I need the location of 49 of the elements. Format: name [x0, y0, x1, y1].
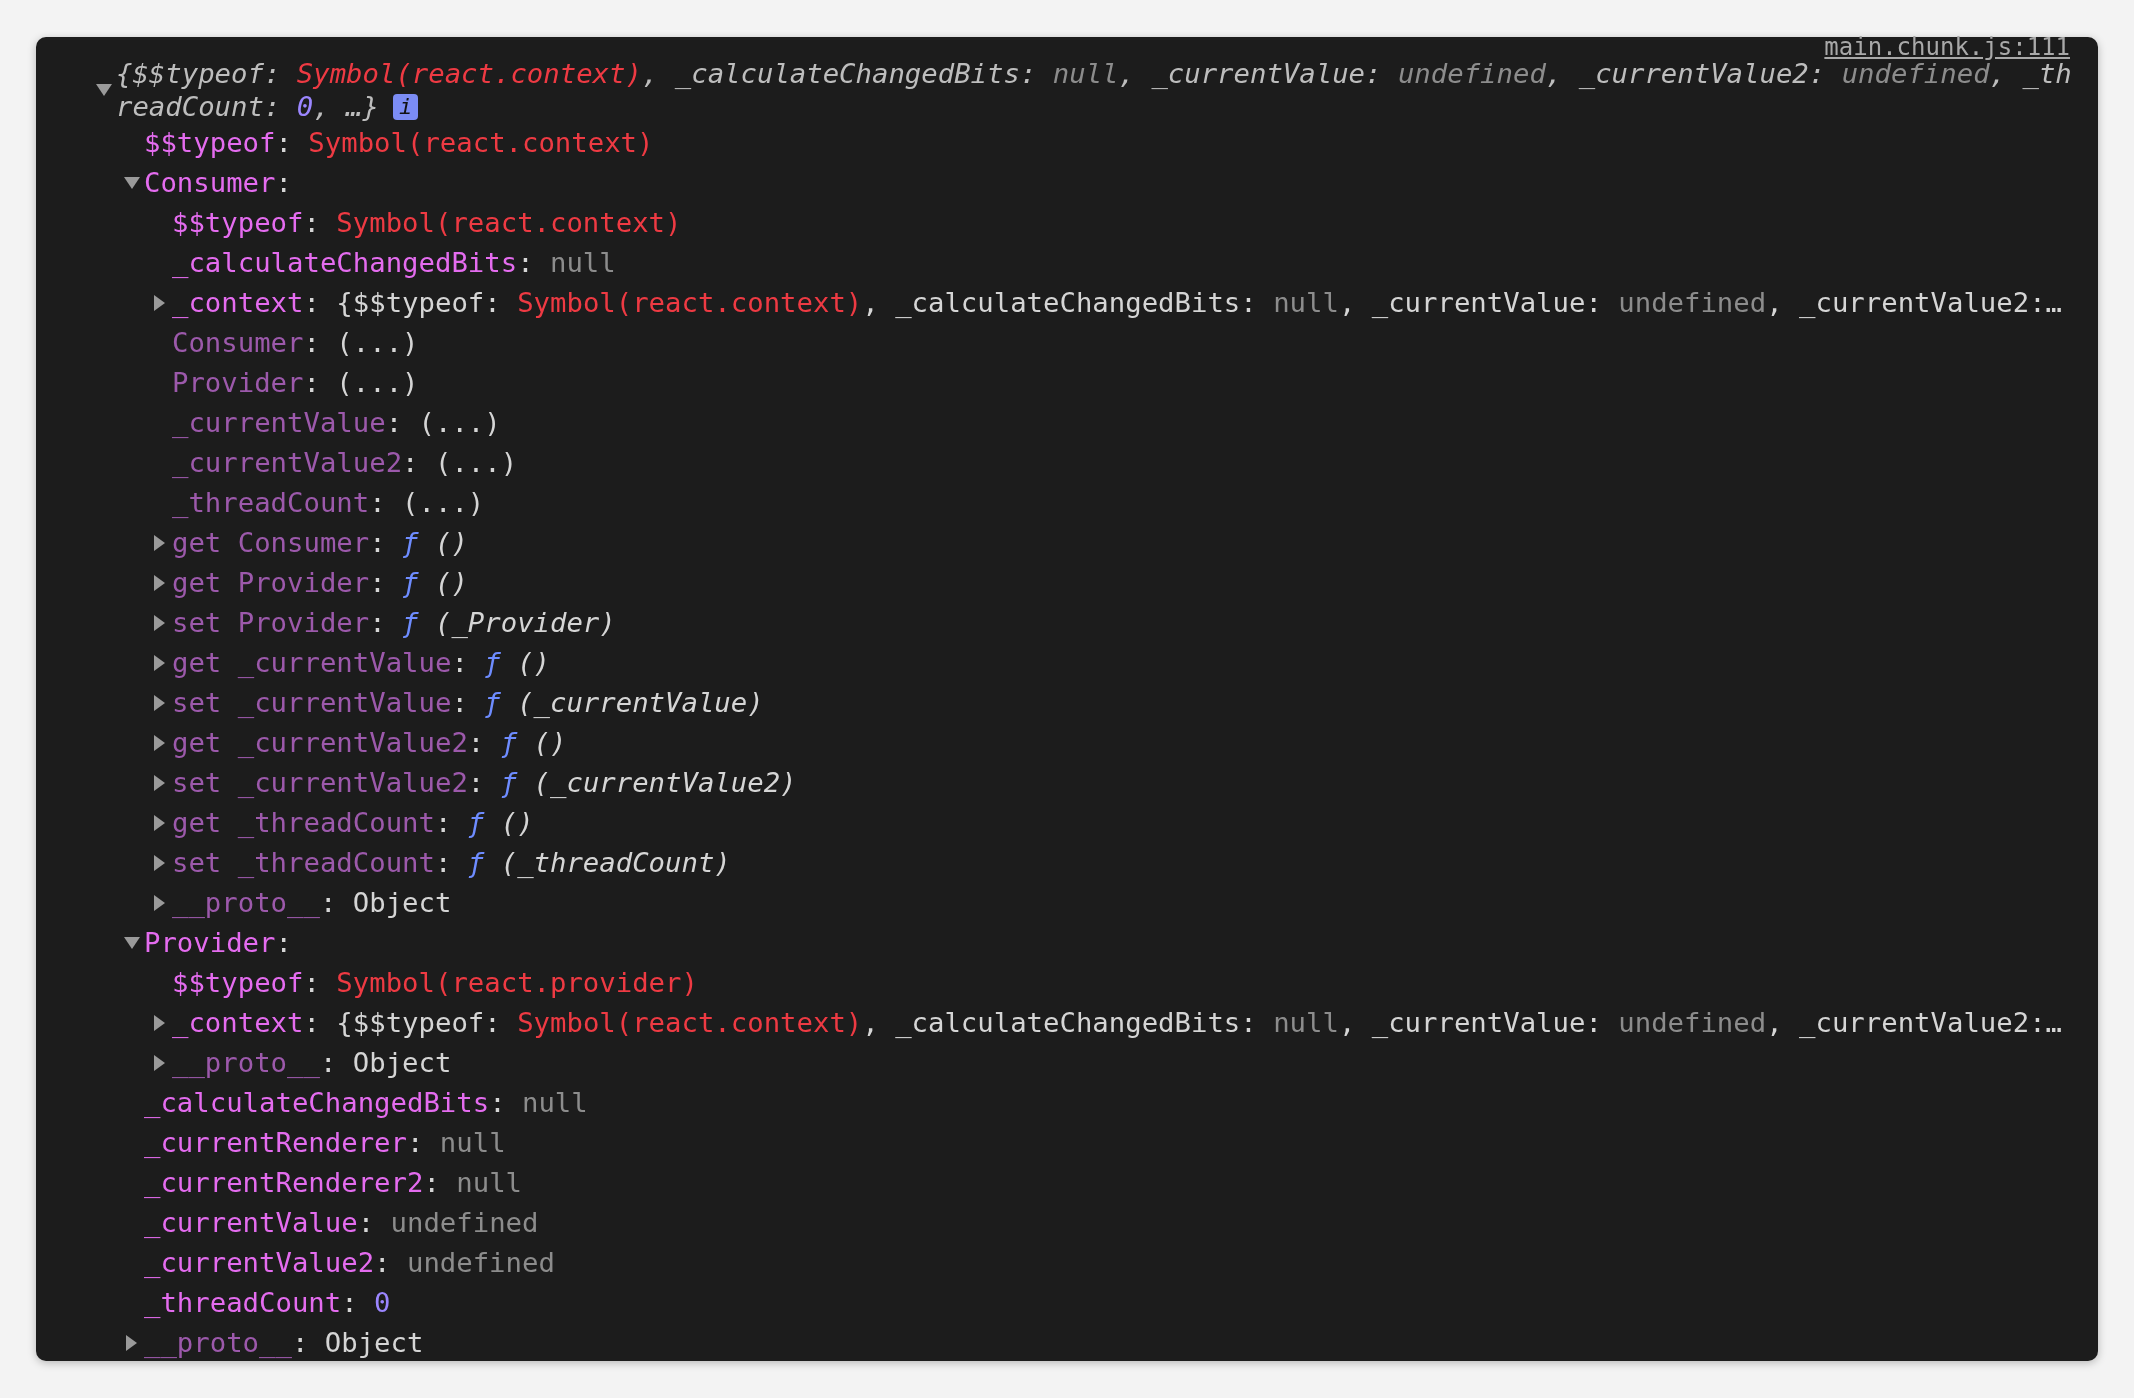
property-entry[interactable]: Consumer:	[144, 163, 292, 203]
disclosure-triangle-icon[interactable]	[154, 815, 165, 831]
property-entry: $$typeof: Symbol(react.context)	[172, 206, 682, 240]
property-entry[interactable]: get _currentValue2: ƒ ()	[172, 723, 567, 763]
property-entry: _currentValue2: undefined	[144, 1246, 555, 1280]
disclosure-triangle-icon[interactable]	[154, 775, 165, 791]
property-entry: _currentValue: (...)	[172, 406, 501, 440]
property-entry[interactable]: __proto__: Object	[144, 1323, 424, 1363]
property-entry[interactable]: get _threadCount: ƒ ()	[172, 803, 534, 843]
property-entry[interactable]: get Provider: ƒ ()	[172, 563, 468, 603]
property-entry[interactable]: get _currentValue: ƒ ()	[172, 643, 550, 683]
property-entry[interactable]: set _currentValue: ƒ (_currentValue)	[172, 683, 764, 723]
disclosure-triangle-icon[interactable]	[154, 575, 165, 591]
disclosure-triangle-icon[interactable]	[154, 855, 165, 871]
disclosure-triangle-icon[interactable]	[154, 1055, 165, 1071]
property-entry: _threadCount: (...)	[172, 486, 485, 520]
property-entry: _threadCount: 0	[144, 1286, 391, 1320]
property-entry[interactable]: _context: {$$typeof: Symbol(react.context), _calculateChangedBits: null, _currentValue: undefined, _currentValue2:…	[172, 1003, 2062, 1043]
property-entry: Consumer: (...)	[172, 326, 419, 360]
property-entry: $$typeof: Symbol(react.provider)	[172, 966, 698, 1000]
property-entry: _currentValue: undefined	[144, 1206, 539, 1240]
disclosure-triangle-icon[interactable]	[154, 695, 165, 711]
disclosure-triangle-icon[interactable]	[154, 895, 165, 911]
property-entry[interactable]: __proto__: Object	[172, 883, 452, 923]
property-entry: _calculateChangedBits: null	[144, 1086, 588, 1120]
property-entry[interactable]: set _threadCount: ƒ (_threadCount)	[172, 843, 731, 883]
property-entry: _currentRenderer2: null	[144, 1166, 522, 1200]
property-entry[interactable]: Provider:	[144, 923, 292, 963]
disclosure-triangle-icon[interactable]	[154, 1015, 165, 1031]
property-entry: _calculateChangedBits: null	[172, 246, 616, 280]
property-entry: Provider: (...)	[172, 366, 419, 400]
property-entry[interactable]: get Consumer: ƒ ()	[172, 523, 468, 563]
property-entry[interactable]: set _currentValue2: ƒ (_currentValue2)	[172, 763, 797, 803]
property-entry[interactable]: set Provider: ƒ (_Provider)	[172, 603, 616, 643]
disclosure-triangle-icon[interactable]	[154, 295, 165, 311]
property-entry: $$typeof: Symbol(react.context)	[144, 126, 654, 160]
disclosure-triangle-icon[interactable]	[154, 655, 165, 671]
disclosure-triangle-icon[interactable]	[154, 735, 165, 751]
info-badge[interactable]: i	[392, 94, 419, 120]
disclosure-triangle-icon[interactable]	[124, 177, 140, 189]
disclosure-triangle-icon[interactable]	[154, 535, 165, 551]
property-entry[interactable]: _context: {$$typeof: Symbol(react.context), _calculateChangedBits: null, _currentValue: undefined, _currentValue2:…	[172, 283, 2062, 323]
property-entry: _currentValue2: (...)	[172, 446, 518, 480]
disclosure-triangle-icon[interactable]	[124, 937, 140, 949]
property-entry: _currentRenderer: null	[144, 1126, 506, 1160]
disclosure-triangle-icon[interactable]	[126, 1335, 137, 1351]
disclosure-triangle-icon[interactable]	[154, 615, 165, 631]
disclosure-triangle-icon[interactable]	[96, 84, 112, 96]
property-entry[interactable]: __proto__: Object	[172, 1043, 452, 1083]
